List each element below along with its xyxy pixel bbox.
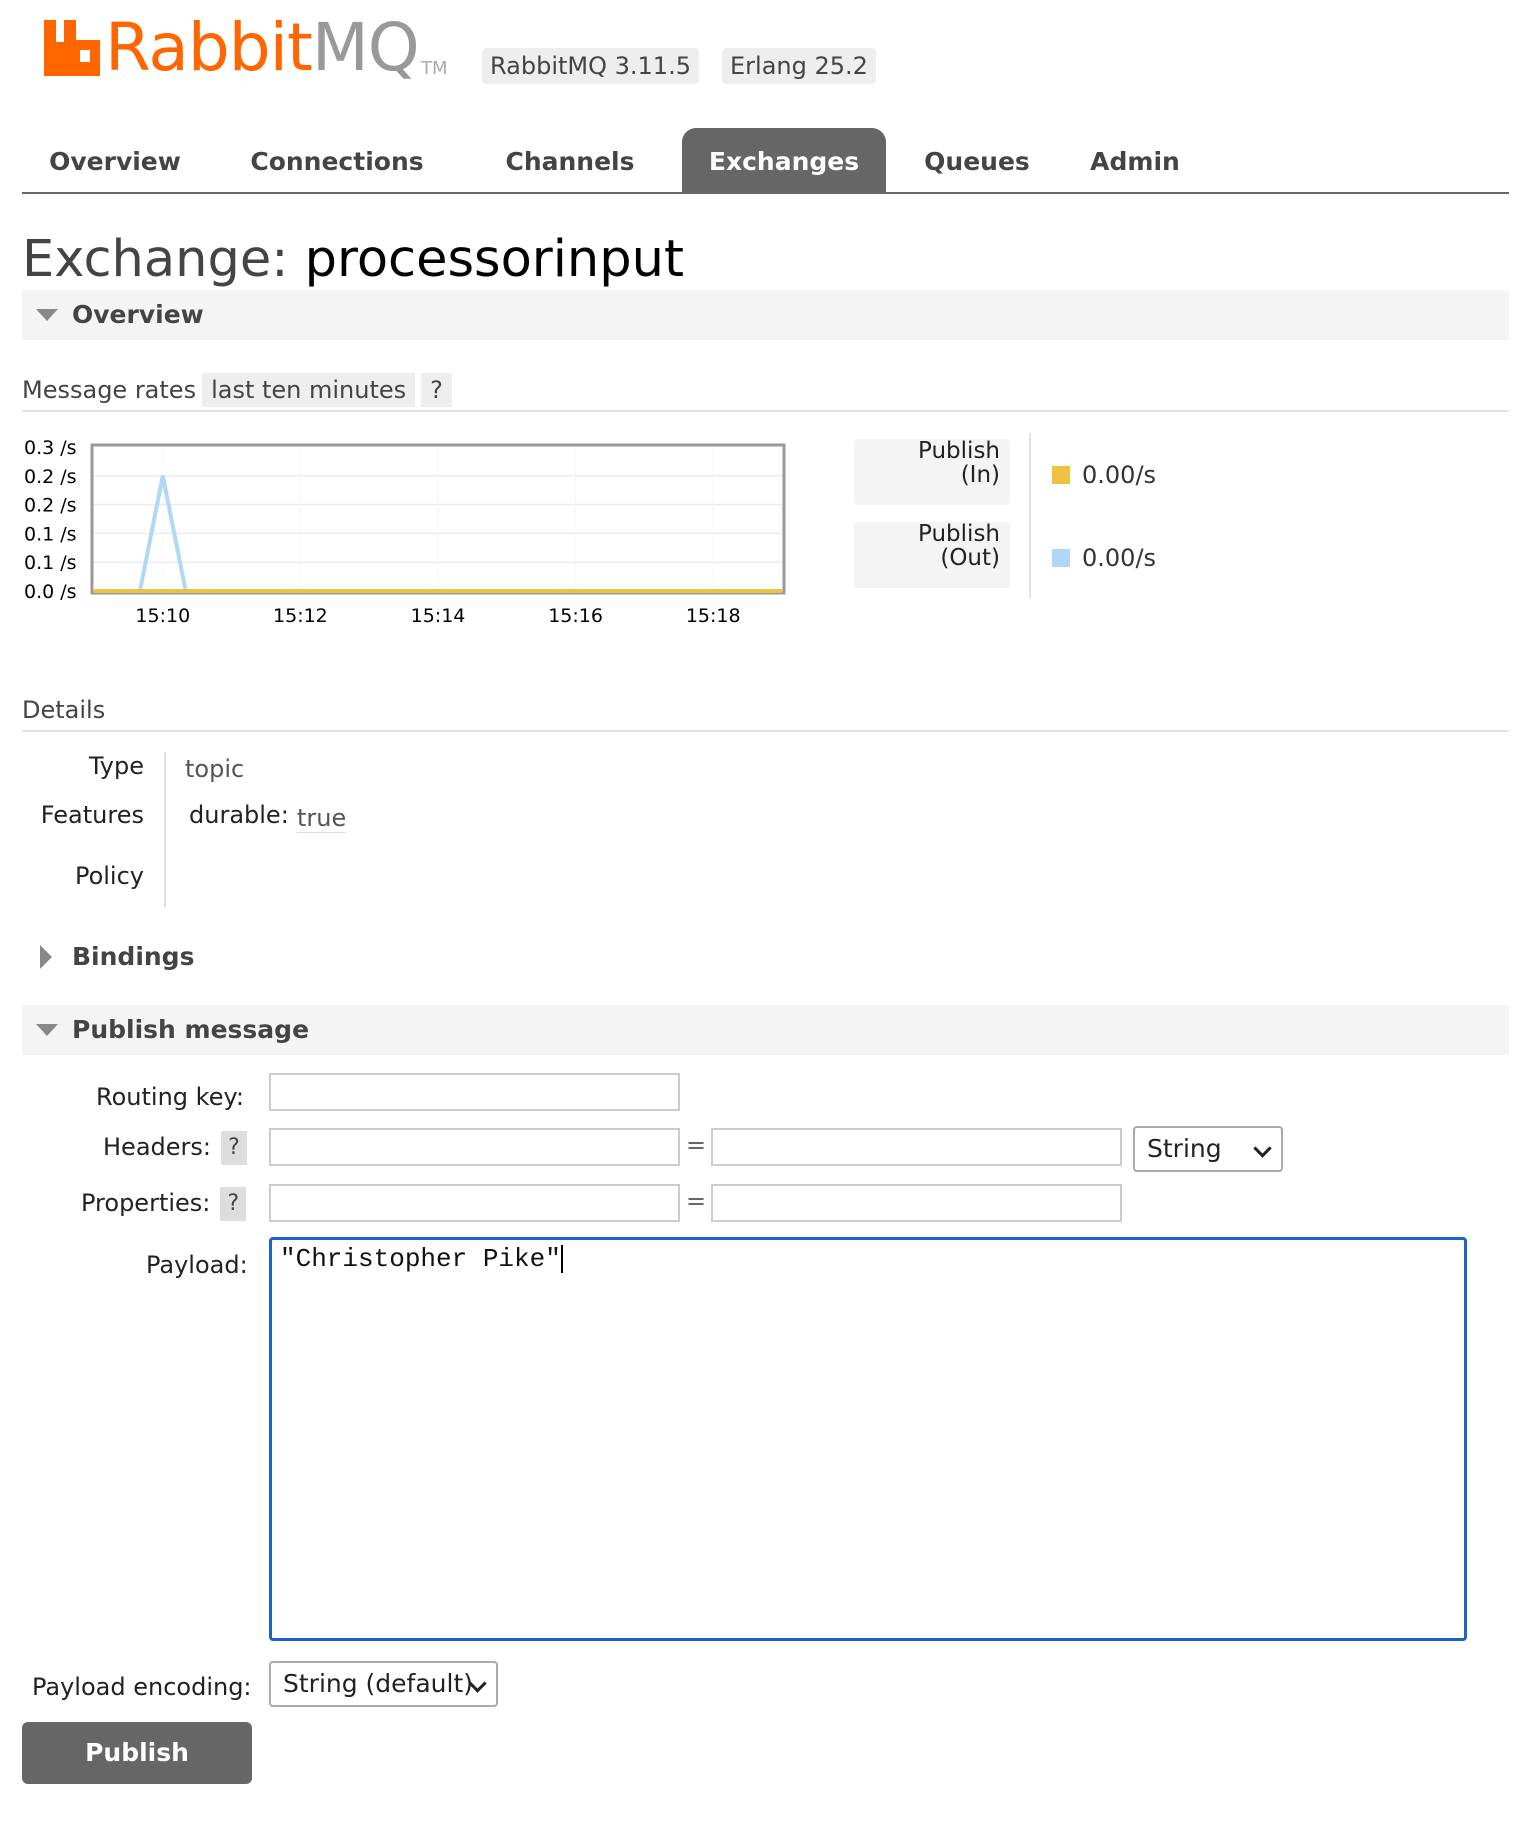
properties-label-row: Properties:? [81, 1187, 247, 1221]
routing-key-input[interactable] [269, 1073, 680, 1111]
bindings-section-label: Bindings [72, 942, 195, 971]
payload-label: Payload: [146, 1251, 248, 1279]
rabbitmq-logo-icon [44, 20, 100, 76]
chevron-down-icon [1253, 1139, 1272, 1158]
tab-admin[interactable]: Admin [1070, 128, 1200, 192]
publish-in-label-1: Publish [918, 438, 1000, 464]
payload-encoding-label: Payload encoding: [32, 1673, 252, 1701]
rabbitmq-logo: RabbitMQ TM [44, 9, 474, 86]
headers-label: Headers: [103, 1133, 211, 1161]
expanded-triangle-icon [36, 309, 58, 321]
type-label: Type [88, 752, 144, 780]
payload-encoding-select[interactable]: String (default) [269, 1661, 498, 1707]
header-value-input[interactable] [711, 1128, 1122, 1166]
headers-help-button[interactable]: ? [220, 1131, 247, 1165]
erlang-version-badge: Erlang 25.2 [722, 48, 876, 84]
y-tick-label: 0.2 /s [24, 495, 77, 517]
overview-section-label: Overview [72, 300, 204, 329]
overview-section-toggle[interactable]: Overview [22, 290, 1509, 340]
text-caret [560, 1245, 563, 1274]
rates-range-selector[interactable]: last ten minutes [202, 373, 416, 407]
details-divider [164, 752, 166, 907]
x-tick-label: 15:12 [273, 605, 328, 627]
publish-in-label-2: (In) [960, 462, 1000, 488]
message-rates-header: Message rates last ten minutes? [22, 370, 1509, 412]
collapsed-triangle-icon [40, 945, 52, 969]
details-label: Details [22, 696, 106, 724]
publish-section-label: Publish message [72, 1015, 310, 1044]
expanded-triangle-icon [36, 1024, 58, 1036]
publish-section-toggle[interactable]: Publish message [22, 1005, 1509, 1055]
page-title: Exchange: processorinput [22, 230, 684, 290]
rabbitmq-version-badge: RabbitMQ 3.11.5 [482, 48, 699, 84]
publish-out-label-1: Publish [918, 521, 1000, 547]
type-value: topic [185, 755, 245, 783]
property-value-input[interactable] [711, 1184, 1122, 1222]
property-key-input[interactable] [269, 1184, 680, 1222]
publish-in-legend: Publish (In) [854, 439, 1010, 505]
routing-key-label: Routing key: [96, 1083, 244, 1111]
publish-out-label-2: (Out) [940, 545, 1000, 571]
properties-help-button[interactable]: ? [220, 1187, 247, 1221]
y-tick-label: 0.0 /s [24, 581, 77, 603]
message-rates-label: Message rates [22, 376, 197, 404]
header-equals: = [686, 1131, 707, 1159]
payload-encoding-value: String (default) [283, 1669, 474, 1698]
headers-label-row: Headers:? [103, 1131, 247, 1165]
page-title-prefix: Exchange: [22, 230, 289, 289]
message-rates-chart: 0.3 /s 0.2 /s 0.2 /s 0.1 /s 0.1 /s 0.0 /s 15:… [22, 432, 792, 632]
legend-divider [1029, 433, 1031, 598]
durable-value: true [297, 804, 347, 833]
payload-textarea[interactable]: "Christopher Pike" [269, 1237, 1467, 1641]
tab-overview[interactable]: Overview [22, 128, 208, 192]
publish-out-legend: Publish (Out) [854, 522, 1010, 588]
x-tick-label: 15:16 [548, 605, 603, 627]
y-tick-label: 0.3 /s [24, 437, 77, 459]
header-type-value: String [1147, 1134, 1222, 1163]
publish-out-swatch [1052, 549, 1070, 567]
header-type-select[interactable]: String [1133, 1126, 1283, 1172]
properties-label: Properties: [81, 1189, 211, 1217]
policy-label: Policy [74, 862, 144, 890]
tab-connections[interactable]: Connections [222, 128, 452, 192]
x-tick-label: 15:14 [411, 605, 466, 627]
message-rates-chart-svg: 0.3 /s 0.2 /s 0.2 /s 0.1 /s 0.1 /s 0.0 /s 15:… [24, 437, 786, 627]
payload-text: "Christopher Pike" [280, 1244, 561, 1274]
header-key-input[interactable] [269, 1128, 680, 1166]
exchange-name: processorinput [304, 230, 684, 289]
logo-wordmark: RabbitMQ [105, 9, 420, 86]
publish-message-button[interactable]: Publish message [22, 1722, 252, 1829]
y-tick-label: 0.1 /s [24, 552, 77, 574]
features-label: Features [40, 801, 144, 829]
bindings-section-toggle[interactable]: Bindings [22, 932, 1509, 982]
publish-out-rate: 0.00/s [1082, 544, 1157, 572]
tab-queues[interactable]: Queues [902, 128, 1052, 192]
rates-help-button[interactable]: ? [421, 373, 452, 407]
durable-label: durable: [189, 801, 289, 829]
main-nav: Overview Connections Channels Exchanges … [22, 128, 1509, 194]
property-equals: = [686, 1187, 707, 1215]
publish-in-swatch [1052, 466, 1070, 484]
publish-in-rate: 0.00/s [1082, 461, 1157, 489]
y-tick-label: 0.2 /s [24, 466, 77, 488]
x-tick-label: 15:18 [686, 605, 741, 627]
x-tick-label: 15:10 [135, 605, 190, 627]
tab-channels[interactable]: Channels [472, 128, 668, 192]
details-header: Details [22, 690, 1509, 732]
logo-trademark: TM [421, 58, 448, 79]
tab-exchanges[interactable]: Exchanges [682, 128, 886, 192]
y-tick-label: 0.1 /s [24, 523, 77, 545]
